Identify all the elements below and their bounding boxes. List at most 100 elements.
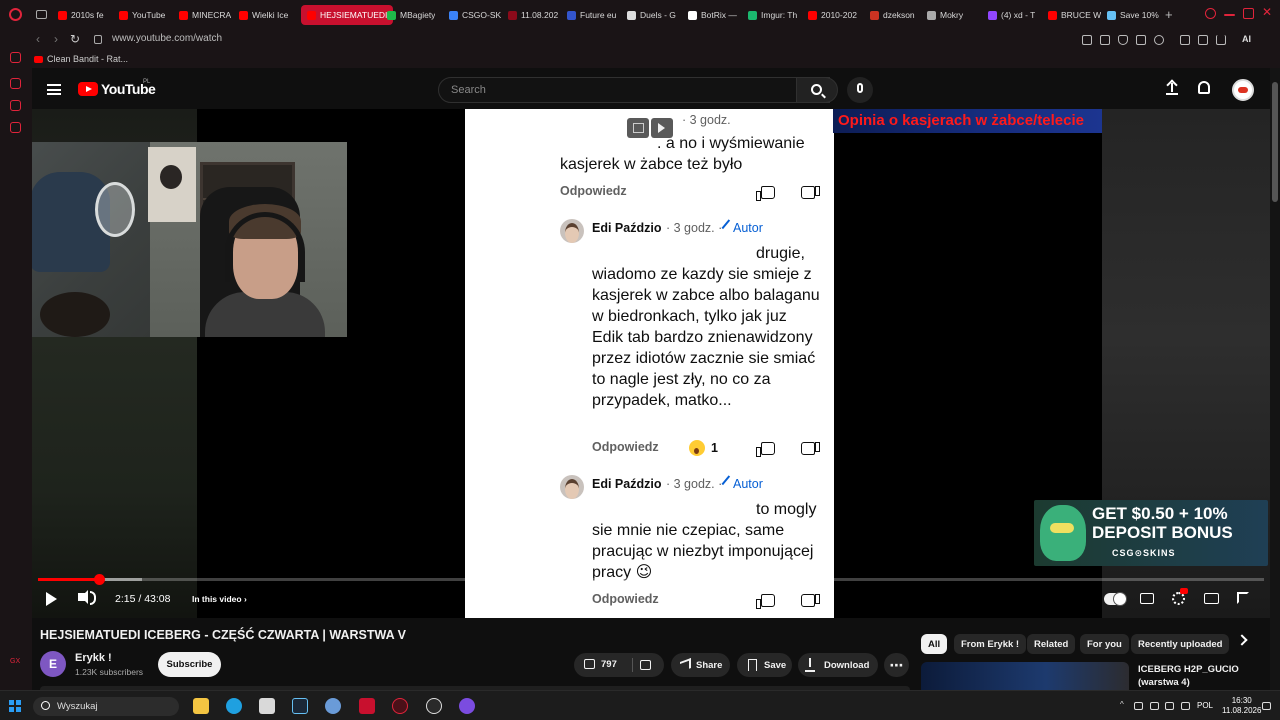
menu-icon[interactable]	[47, 84, 61, 95]
tray-speaker-icon[interactable]	[1181, 702, 1190, 710]
browser-tab[interactable]: HEJSIEMATUEDI	[301, 5, 394, 25]
browser-tab[interactable]: Wielki Ice	[239, 6, 288, 24]
theater-mode-icon[interactable]	[1204, 593, 1219, 604]
maximize-icon[interactable]	[1243, 8, 1254, 19]
sidebar-messenger-icon[interactable]	[10, 78, 21, 89]
sidebar-gx-icon[interactable]: GX	[10, 658, 21, 669]
sidebar-chat-icon[interactable]	[10, 100, 21, 111]
search-button[interactable]	[796, 77, 838, 103]
url-field[interactable]: www.youtube.com/watch	[112, 33, 222, 44]
captions-icon[interactable]	[1140, 593, 1154, 604]
browser-tab[interactable]: Save 10%	[1107, 6, 1159, 24]
steam-icon[interactable]	[292, 698, 308, 714]
upload-icon[interactable]	[1166, 81, 1178, 95]
tray-display-icon[interactable]	[1165, 702, 1174, 710]
comment-dislike-icon[interactable]	[801, 594, 820, 607]
browser-tab[interactable]: MBagiety	[387, 6, 435, 24]
browser-tab[interactable]: Duels - G	[627, 6, 676, 24]
extensions-icon[interactable]	[1180, 35, 1190, 45]
chip-all[interactable]: All	[921, 634, 948, 654]
browser-tab[interactable]: Imgur: Th	[748, 6, 797, 24]
channel-avatar[interactable]: E	[40, 651, 66, 677]
chevron-right-icon[interactable]	[1236, 634, 1248, 646]
channel-name[interactable]: Erykk !	[75, 652, 112, 664]
in-this-video-button[interactable]: In this video ›	[192, 594, 247, 604]
video-player[interactable]: · 3 godz. . a no i wyśmiewanie kasjerek …	[32, 109, 1270, 618]
chip-from-erykk[interactable]: From Erykk !	[954, 634, 1027, 654]
comment-reply-button[interactable]: Odpowiedz	[592, 592, 659, 606]
reload-icon[interactable]: ↻	[70, 32, 80, 46]
chip-recently-uploaded[interactable]: Recently uploaded	[1131, 634, 1230, 654]
browser-tab[interactable]: CSGO-SK	[449, 6, 501, 24]
edge-icon[interactable]	[226, 698, 242, 714]
player-icon[interactable]	[1136, 35, 1146, 45]
dislike-icon[interactable]	[640, 660, 651, 670]
search-tabs-icon[interactable]	[1205, 8, 1216, 19]
comment-like-icon[interactable]	[756, 594, 775, 609]
browser-tab[interactable]: (4) xd - T	[988, 6, 1035, 24]
comment-reaction[interactable]: 1	[689, 440, 718, 456]
notifications-bell-icon[interactable]	[1198, 81, 1210, 94]
comment-author-name[interactable]: Edi Paździo	[592, 477, 661, 491]
share-button[interactable]: Share	[671, 653, 730, 677]
like-icon[interactable]	[584, 659, 595, 669]
browser-tab[interactable]: MINECRA	[179, 6, 231, 24]
comment-reply-button[interactable]: Odpowiedz	[592, 440, 659, 454]
browser-tab[interactable]: 2010-202	[808, 6, 857, 24]
browser-tab[interactable]: BotRix —	[688, 6, 737, 24]
comment-like-icon[interactable]	[756, 442, 775, 457]
chip-related[interactable]: Related	[1027, 634, 1076, 654]
windows-start-icon[interactable]	[9, 700, 21, 712]
heart-icon[interactable]	[1154, 35, 1164, 45]
recommended-thumbnail[interactable]	[921, 662, 1129, 690]
minimize-icon[interactable]	[1224, 14, 1235, 16]
comment-reply-button[interactable]: Odpowiedz	[560, 184, 627, 198]
pin-icon[interactable]	[1082, 35, 1092, 45]
browser-tab[interactable]: dzekson	[870, 6, 915, 24]
clock[interactable]: 16:30 11.08.2026	[1222, 696, 1261, 716]
obs-icon[interactable]	[426, 698, 442, 714]
comment-author-avatar[interactable]	[560, 219, 584, 243]
opera-logo-icon[interactable]	[9, 8, 22, 21]
browser-tab[interactable]: 2010s fe	[58, 6, 104, 24]
tab-islands-icon[interactable]	[36, 10, 47, 19]
scrollbar-thumb[interactable]	[1272, 82, 1278, 202]
sidebar-history-icon[interactable]	[10, 52, 21, 63]
file-explorer-icon[interactable]	[193, 698, 209, 714]
browser-tab[interactable]: BRUCE W	[1048, 6, 1101, 24]
sponsor-ad-banner[interactable]: GET $0.50 + 10% DEPOSIT BONUS CSG⊙SKINS	[1034, 500, 1268, 566]
browser-tab[interactable]: YouTube	[119, 6, 165, 24]
notification-center-icon[interactable]	[1262, 702, 1271, 710]
comment-dislike-icon[interactable]	[801, 186, 820, 199]
comment-dislike-icon[interactable]	[801, 442, 820, 455]
opera-gx-icon[interactable]	[392, 698, 408, 714]
volume-icon[interactable]	[78, 590, 96, 605]
progress-bar[interactable]	[38, 574, 1264, 585]
shield-icon[interactable]	[1118, 35, 1128, 45]
sidebar-app-icon[interactable]	[10, 122, 21, 133]
recommended-title[interactable]: ICEBERG H2P_GUCIO (warstwa 4)	[1138, 663, 1248, 689]
page-scrollbar[interactable]	[1270, 68, 1280, 690]
lock-icon[interactable]	[94, 35, 102, 44]
bookmark-item[interactable]: Clean Bandit - Rat...	[34, 54, 128, 64]
chip-for-you[interactable]: For you	[1080, 634, 1129, 654]
browser-tab[interactable]: 11.08.202	[508, 6, 558, 24]
forward-icon[interactable]: ›	[54, 32, 58, 46]
search-input[interactable]	[439, 78, 829, 102]
app-icon[interactable]	[259, 698, 275, 714]
save-button[interactable]: Save	[737, 653, 792, 677]
tray-chevron-icon[interactable]: ^	[1120, 700, 1129, 709]
comment-like-icon[interactable]	[756, 186, 775, 201]
miniplayer-icon[interactable]	[627, 118, 649, 138]
browser-tab[interactable]: Future eu	[567, 6, 616, 24]
language-indicator[interactable]: POL	[1197, 701, 1213, 710]
settings-app-icon[interactable]	[325, 698, 341, 714]
app-icon-purple[interactable]	[459, 698, 475, 714]
back-icon[interactable]: ‹	[36, 32, 40, 46]
easy-setup-icon[interactable]	[1198, 35, 1208, 45]
tray-network-icon[interactable]	[1150, 702, 1159, 710]
comment-author-name[interactable]: Edi Paździo	[592, 221, 661, 235]
more-actions-button[interactable]: ⋯	[884, 653, 909, 677]
comment-author-avatar[interactable]	[560, 475, 584, 499]
close-icon[interactable]: ✕	[1262, 5, 1273, 19]
